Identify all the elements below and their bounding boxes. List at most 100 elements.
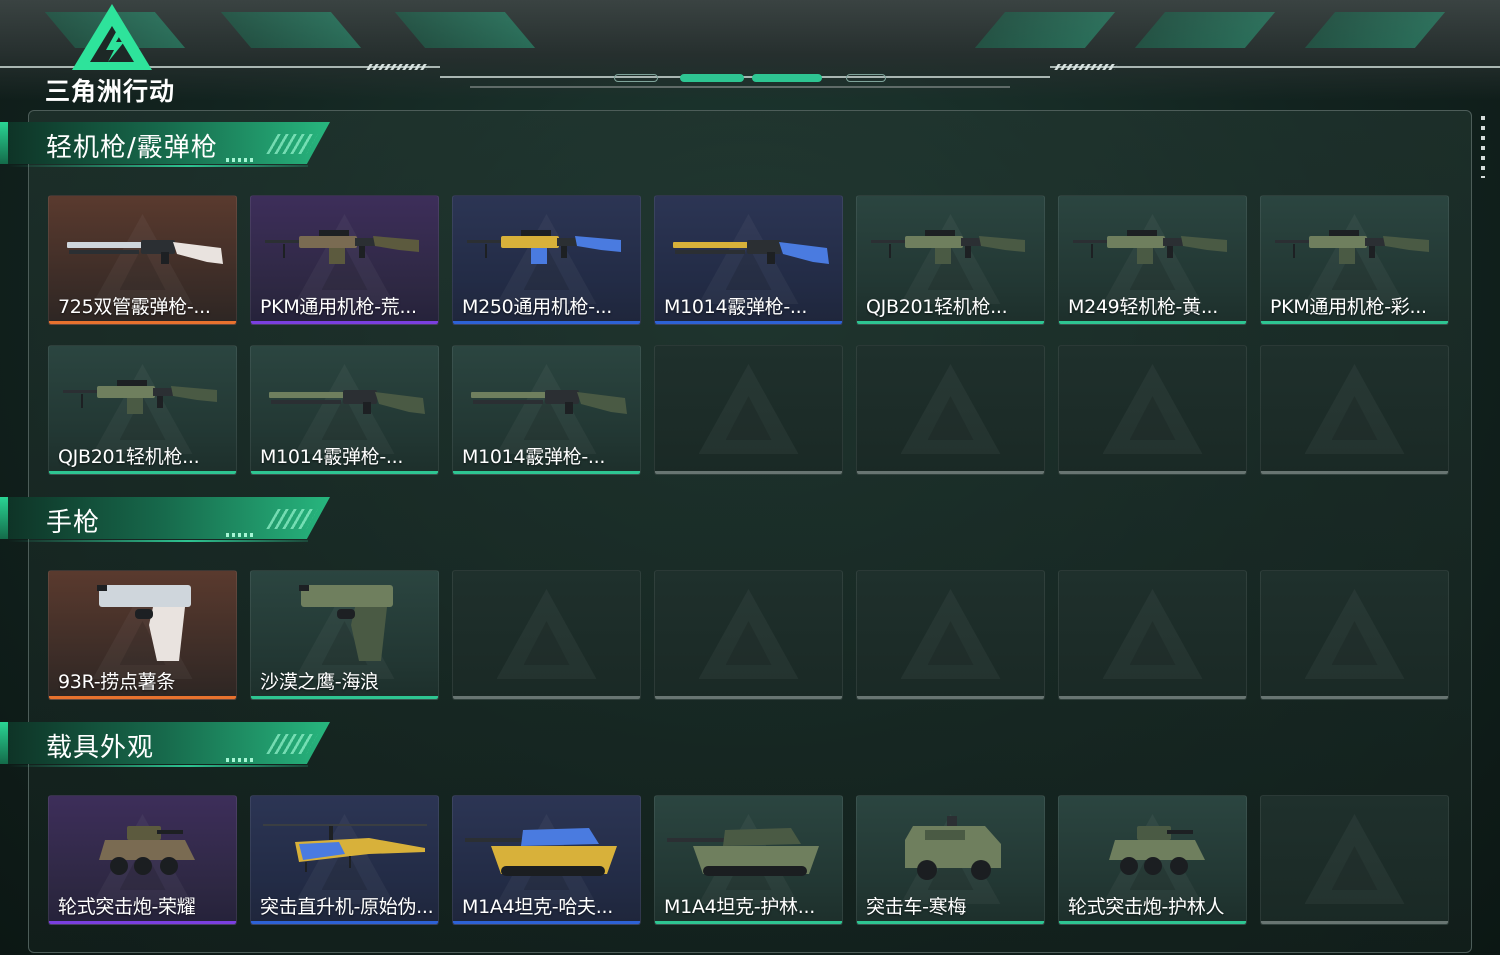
- section-header-cap: [0, 497, 8, 539]
- empty-slot: [856, 570, 1045, 700]
- rarity-bar: [251, 321, 438, 324]
- item-card[interactable]: M249轻机枪-黄...: [1058, 195, 1247, 325]
- armored-vehicle-icon: [99, 826, 195, 875]
- rarity-bar: [49, 321, 236, 324]
- rarity-bar: [857, 321, 1044, 324]
- empty-slot: [654, 345, 843, 475]
- empty-slot: [856, 345, 1045, 475]
- section-header-lmg-shotgun: 轻机枪/霰弹枪: [0, 122, 340, 174]
- item-card[interactable]: M1A4坦克-哈夫...: [452, 795, 641, 925]
- shotgun-icon: [673, 240, 829, 264]
- rarity-bar: [251, 471, 438, 474]
- item-card[interactable]: PKM通用机枪-荒...: [250, 195, 439, 325]
- item-card[interactable]: 725双管霰弹枪-...: [48, 195, 237, 325]
- item-card[interactable]: 突击车-寒梅: [856, 795, 1045, 925]
- item-card[interactable]: M1014霰弹枪-...: [654, 195, 843, 325]
- section-header-dashes: [226, 158, 256, 162]
- rarity-bar: [857, 471, 1044, 474]
- rarity-bar: [251, 696, 438, 699]
- item-label: 93R-捞点薯条: [58, 671, 176, 693]
- header-stripe: [1134, 12, 1276, 48]
- empty-slot: [1260, 570, 1449, 700]
- item-card[interactable]: M1014霰弹枪-...: [452, 345, 641, 475]
- item-label: PKM通用机枪-荒...: [260, 296, 417, 318]
- pistol-icon: [299, 585, 393, 661]
- machine-gun-icon: [871, 230, 1025, 264]
- item-label: 突击直升机-原始伪...: [260, 896, 434, 918]
- top-bar: 三角洲行动: [0, 0, 1500, 106]
- shotgun-icon: [67, 240, 223, 264]
- empty-slot: [452, 570, 641, 700]
- section-title: 手枪: [46, 508, 101, 538]
- header-dashes: [1054, 64, 1118, 70]
- rarity-bar: [1059, 321, 1246, 324]
- rarity-bar: [857, 696, 1044, 699]
- rarity-bar: [1261, 321, 1448, 324]
- item-label: M1014霰弹枪-...: [260, 446, 404, 468]
- item-card[interactable]: 突击直升机-原始伪...: [250, 795, 439, 925]
- page-indicator: [846, 74, 886, 82]
- section-header-underline: [8, 540, 308, 542]
- item-card[interactable]: QJB201轻机枪...: [856, 195, 1045, 325]
- item-label: M1014霰弹枪-...: [462, 446, 606, 468]
- item-label: PKM通用机枪-彩...: [1270, 296, 1427, 318]
- item-card[interactable]: 93R-捞点薯条: [48, 570, 237, 700]
- machine-gun-icon: [1275, 230, 1429, 264]
- rarity-bar: [857, 921, 1044, 924]
- rarity-bar: [655, 321, 842, 324]
- rarity-bar: [49, 696, 236, 699]
- item-label: 沙漠之鹰-海浪: [260, 671, 379, 693]
- delta-force-logo-icon: [72, 4, 152, 70]
- header-stripe: [974, 12, 1116, 48]
- item-card[interactable]: 轮式突击炮-护林人: [1058, 795, 1247, 925]
- rarity-bar: [1261, 471, 1448, 474]
- rarity-bar: [251, 921, 438, 924]
- header-rule: [1050, 66, 1500, 68]
- armored-vehicle-icon: [1109, 826, 1205, 875]
- header-rule: [440, 76, 1050, 78]
- machine-gun-icon: [63, 380, 217, 414]
- page-indicator: [614, 74, 658, 82]
- shotgun-icon: [269, 390, 425, 414]
- item-label: M1A4坦克-哈夫...: [462, 896, 613, 918]
- item-card[interactable]: QJB201轻机枪...: [48, 345, 237, 475]
- page-indicator-active: [752, 74, 822, 82]
- section-header-vehicle: 载具外观: [0, 722, 340, 774]
- item-card[interactable]: M250通用机枪-...: [452, 195, 641, 325]
- rarity-bar: [49, 471, 236, 474]
- item-label: 轮式突击炮-护林人: [1068, 896, 1225, 918]
- rarity-bar: [655, 471, 842, 474]
- item-card[interactable]: 沙漠之鹰-海浪: [250, 570, 439, 700]
- item-card[interactable]: PKM通用机枪-彩...: [1260, 195, 1449, 325]
- item-label: M1014霰弹枪-...: [664, 296, 808, 318]
- machine-gun-icon: [467, 230, 621, 264]
- section-title: 轻机枪/霰弹枪: [46, 133, 218, 163]
- rarity-bar: [453, 921, 640, 924]
- machine-gun-icon: [1073, 230, 1227, 264]
- item-label: M1A4坦克-护林...: [664, 896, 815, 918]
- page-indicator-active: [680, 74, 744, 82]
- header-stripe: [394, 12, 536, 48]
- rarity-bar: [453, 471, 640, 474]
- rarity-bar: [655, 696, 842, 699]
- section-header-cap: [0, 722, 8, 764]
- header-dashes: [366, 64, 430, 70]
- rarity-bar: [1059, 696, 1246, 699]
- shotgun-icon: [471, 390, 627, 414]
- empty-slot: [1260, 795, 1449, 925]
- rarity-bar: [1059, 921, 1246, 924]
- empty-slot: [1260, 345, 1449, 475]
- item-label: QJB201轻机枪...: [58, 446, 200, 468]
- scrollbar[interactable]: [1481, 116, 1485, 178]
- item-label: M249轻机枪-黄...: [1068, 296, 1219, 318]
- item-card[interactable]: 轮式突击炮-荣耀: [48, 795, 237, 925]
- rarity-bar: [1261, 921, 1448, 924]
- item-label: 轮式突击炮-荣耀: [58, 896, 196, 918]
- item-card[interactable]: M1A4坦克-护林...: [654, 795, 843, 925]
- empty-slot: [654, 570, 843, 700]
- empty-slot: [1058, 345, 1247, 475]
- section-header-pistol: 手枪: [0, 497, 340, 549]
- item-label: M250通用机枪-...: [462, 296, 613, 318]
- item-label: 突击车-寒梅: [866, 896, 967, 918]
- item-card[interactable]: M1014霰弹枪-...: [250, 345, 439, 475]
